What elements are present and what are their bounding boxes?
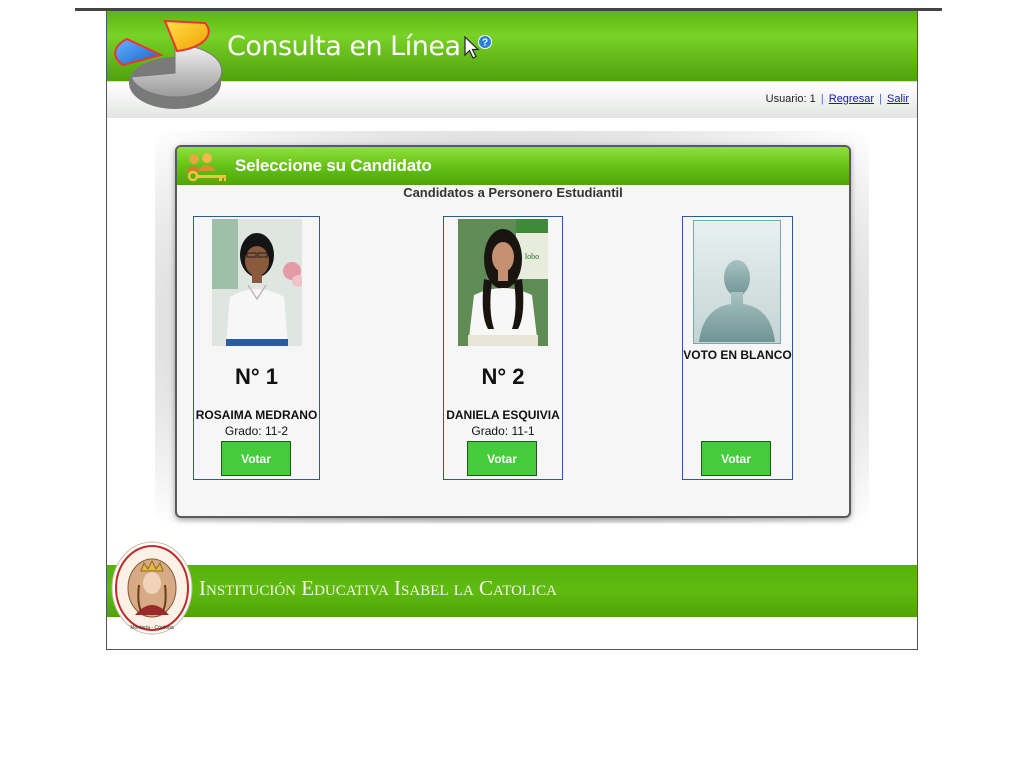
cursor-help-icon: ? bbox=[464, 35, 492, 59]
candidate-panel: Seleccione su Candidato Candidatos a Per… bbox=[175, 145, 851, 518]
app-title: Consulta en Línea bbox=[227, 31, 461, 62]
candidate-card: N° 1 ROSAIMA MEDRANO Grado: 11-2 Votar bbox=[193, 216, 320, 480]
svg-text:Montería - Córdoba: Montería - Córdoba bbox=[130, 625, 174, 631]
page-frame: Consulta en Línea ? Usuario: 1 | Regresa… bbox=[106, 11, 918, 650]
blank-vote-label: VOTO EN BLANCO bbox=[683, 348, 792, 362]
candidate-card: lobo N° 2 DANIELA ESQUIVIA Grado: 11-1 V… bbox=[443, 216, 563, 480]
candidate-name: DANIELA ESQUIVIA bbox=[446, 408, 560, 422]
user-bar: Usuario: 1 | Regresar | Salir bbox=[766, 93, 909, 105]
back-link[interactable]: Regresar bbox=[829, 93, 874, 105]
panel-title: Seleccione su Candidato bbox=[235, 156, 432, 175]
candidate-grade: Grado: 11-2 bbox=[224, 424, 289, 438]
separator: | bbox=[879, 93, 882, 105]
vote-button[interactable]: Votar bbox=[221, 441, 291, 476]
candidate-photo-image bbox=[212, 219, 302, 346]
blank-vote-card: VOTO EN BLANCO Votar bbox=[682, 216, 793, 480]
user-silhouette-icon bbox=[693, 220, 781, 344]
pie-chart-icon bbox=[114, 19, 223, 109]
candidate-photo bbox=[212, 219, 302, 346]
school-seal: Montería - Córdoba bbox=[111, 541, 193, 635]
candidate-photo: lobo bbox=[458, 219, 548, 346]
separator: | bbox=[820, 93, 824, 105]
candidate-number: N° 1 bbox=[234, 364, 279, 389]
institution-name: Institución Educativa Isabel la Catolica bbox=[199, 576, 557, 600]
svg-text:lobo: lobo bbox=[525, 252, 539, 261]
logout-link[interactable]: Salir bbox=[887, 93, 909, 105]
blank-avatar bbox=[693, 220, 781, 344]
candidate-number: N° 2 bbox=[481, 364, 525, 389]
vote-blank-button[interactable]: Votar bbox=[701, 441, 771, 476]
candidate-photo-image: lobo bbox=[458, 219, 548, 346]
panel-subtitle: Candidatos a Personero Estudiantil bbox=[403, 185, 623, 200]
vote-button[interactable]: Votar bbox=[467, 441, 537, 476]
user-label: Usuario: 1 bbox=[765, 93, 816, 105]
people-key-icon bbox=[185, 153, 226, 182]
svg-text:?: ? bbox=[482, 38, 488, 49]
candidate-name: ROSAIMA MEDRANO bbox=[195, 408, 318, 422]
candidate-grade: Grado: 11-1 bbox=[471, 424, 535, 438]
